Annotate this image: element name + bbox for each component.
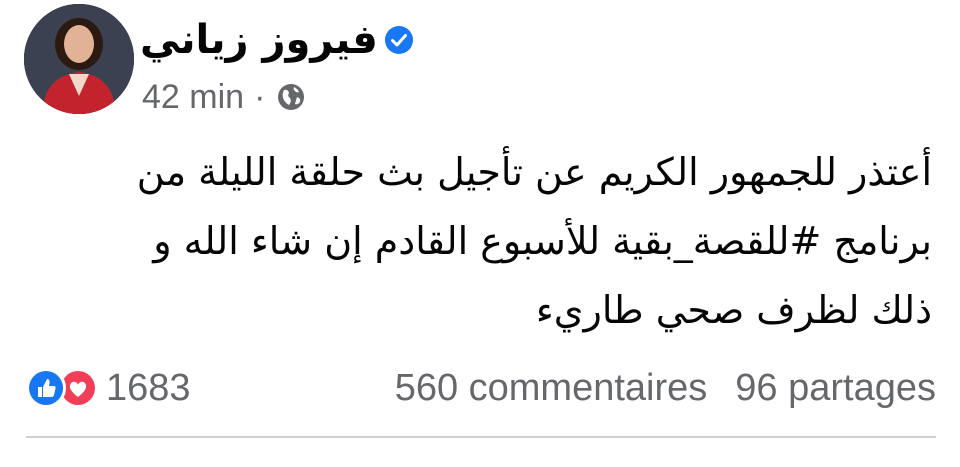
- facebook-post: فيروز زياني 42 min · أعتذر للجمهور الكري…: [0, 0, 960, 467]
- meta-separator: ·: [254, 77, 266, 116]
- author-name[interactable]: فيروز زياني: [140, 10, 378, 70]
- post-time[interactable]: 42 min: [142, 78, 244, 117]
- post-stats: 1683 560 commentaires 96 partages: [26, 360, 936, 416]
- shares-count[interactable]: 96 partages: [735, 367, 936, 410]
- post-text-line: أعتذر للجمهور الكريم عن تأجيل بث حلقة ال…: [136, 150, 932, 194]
- globe-icon[interactable]: [275, 81, 307, 113]
- author-row: فيروز زياني: [140, 10, 414, 70]
- verified-badge-icon: [384, 25, 414, 55]
- post-text: أعتذر للجمهور الكريم عن تأجيل بث حلقة ال…: [32, 138, 932, 345]
- like-icon: [26, 368, 66, 408]
- post-meta: 42 min ·: [142, 72, 307, 122]
- divider: [26, 436, 936, 438]
- reaction-count: 1683: [106, 366, 191, 409]
- comments-count[interactable]: 560 commentaires: [395, 367, 708, 410]
- avatar[interactable]: [24, 4, 134, 114]
- reactions-summary[interactable]: 1683: [26, 367, 191, 410]
- post-text-line: ذلك لظرف صحي طاريء: [535, 288, 932, 332]
- post-text-line: برنامج #للقصة_بقية للأسبوع القادم إن شاء…: [153, 219, 932, 263]
